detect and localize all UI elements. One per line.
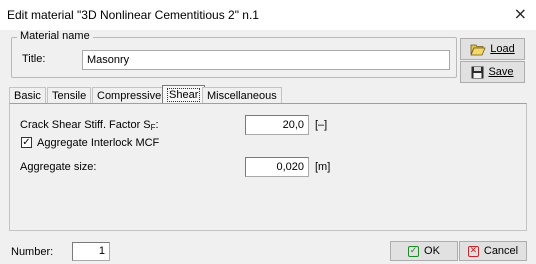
number-label: Number: (11, 246, 54, 258)
save-label: Save (488, 66, 514, 78)
tab-miscellaneous-label: Miscellaneous (207, 90, 277, 102)
title-label: Title: (22, 53, 46, 65)
tab-compressive-label: Compressive (97, 90, 162, 102)
number-input[interactable]: 1 (72, 242, 110, 261)
material-name-legend: Material name (17, 30, 93, 42)
ok-label: OK (424, 245, 440, 257)
crack-shear-label-text: Crack Shear Stiff. Factor S (20, 119, 151, 131)
tab-shear[interactable]: Shear (162, 85, 206, 104)
tab-shear-label: Shear (167, 88, 201, 102)
cancel-label: Cancel (483, 245, 519, 257)
window-title: Edit material "3D Nonlinear Cementitious… (7, 8, 259, 22)
load-button[interactable]: Load (460, 38, 525, 60)
load-label: Load (490, 43, 515, 55)
crack-shear-colon: : (155, 119, 159, 131)
aggregate-interlock-checkbox[interactable]: ✓ (21, 137, 32, 148)
folder-open-icon (470, 44, 486, 55)
cancel-button[interactable]: ✕ Cancel (459, 241, 527, 261)
material-name-group: Material name Title: Masonry (11, 30, 457, 78)
title-bar: Edit material "3D Nonlinear Cementitious… (0, 0, 536, 30)
ok-button[interactable]: ✓ OK (390, 241, 458, 261)
tab-basic-label: Basic (14, 90, 41, 102)
aggregate-size-label: Aggregate size: (20, 161, 97, 173)
aggregate-interlock-label: Aggregate Interlock MCF (37, 137, 160, 149)
crack-shear-label: Crack Shear Stiff. Factor SF: (20, 119, 159, 132)
x-icon: ✕ (467, 245, 479, 257)
tab-basic[interactable]: Basic (9, 87, 46, 103)
aggregate-size-input[interactable]: 0,020 (245, 157, 309, 177)
tab-compressive[interactable]: Compressive (92, 87, 167, 103)
close-icon[interactable]: × (514, 5, 527, 23)
tab-miscellaneous[interactable]: Miscellaneous (202, 87, 282, 103)
crack-shear-unit: [–] (315, 119, 328, 131)
save-button[interactable]: Save (460, 61, 525, 83)
floppy-disk-icon (471, 66, 484, 78)
tab-tensile-label: Tensile (52, 90, 87, 102)
tab-tensile[interactable]: Tensile (47, 87, 92, 103)
crack-shear-input[interactable]: 20,0 (245, 115, 309, 135)
checkmark-icon: ✓ (408, 245, 420, 257)
aggregate-size-unit: [m] (315, 161, 331, 173)
title-input[interactable]: Masonry (82, 50, 450, 70)
